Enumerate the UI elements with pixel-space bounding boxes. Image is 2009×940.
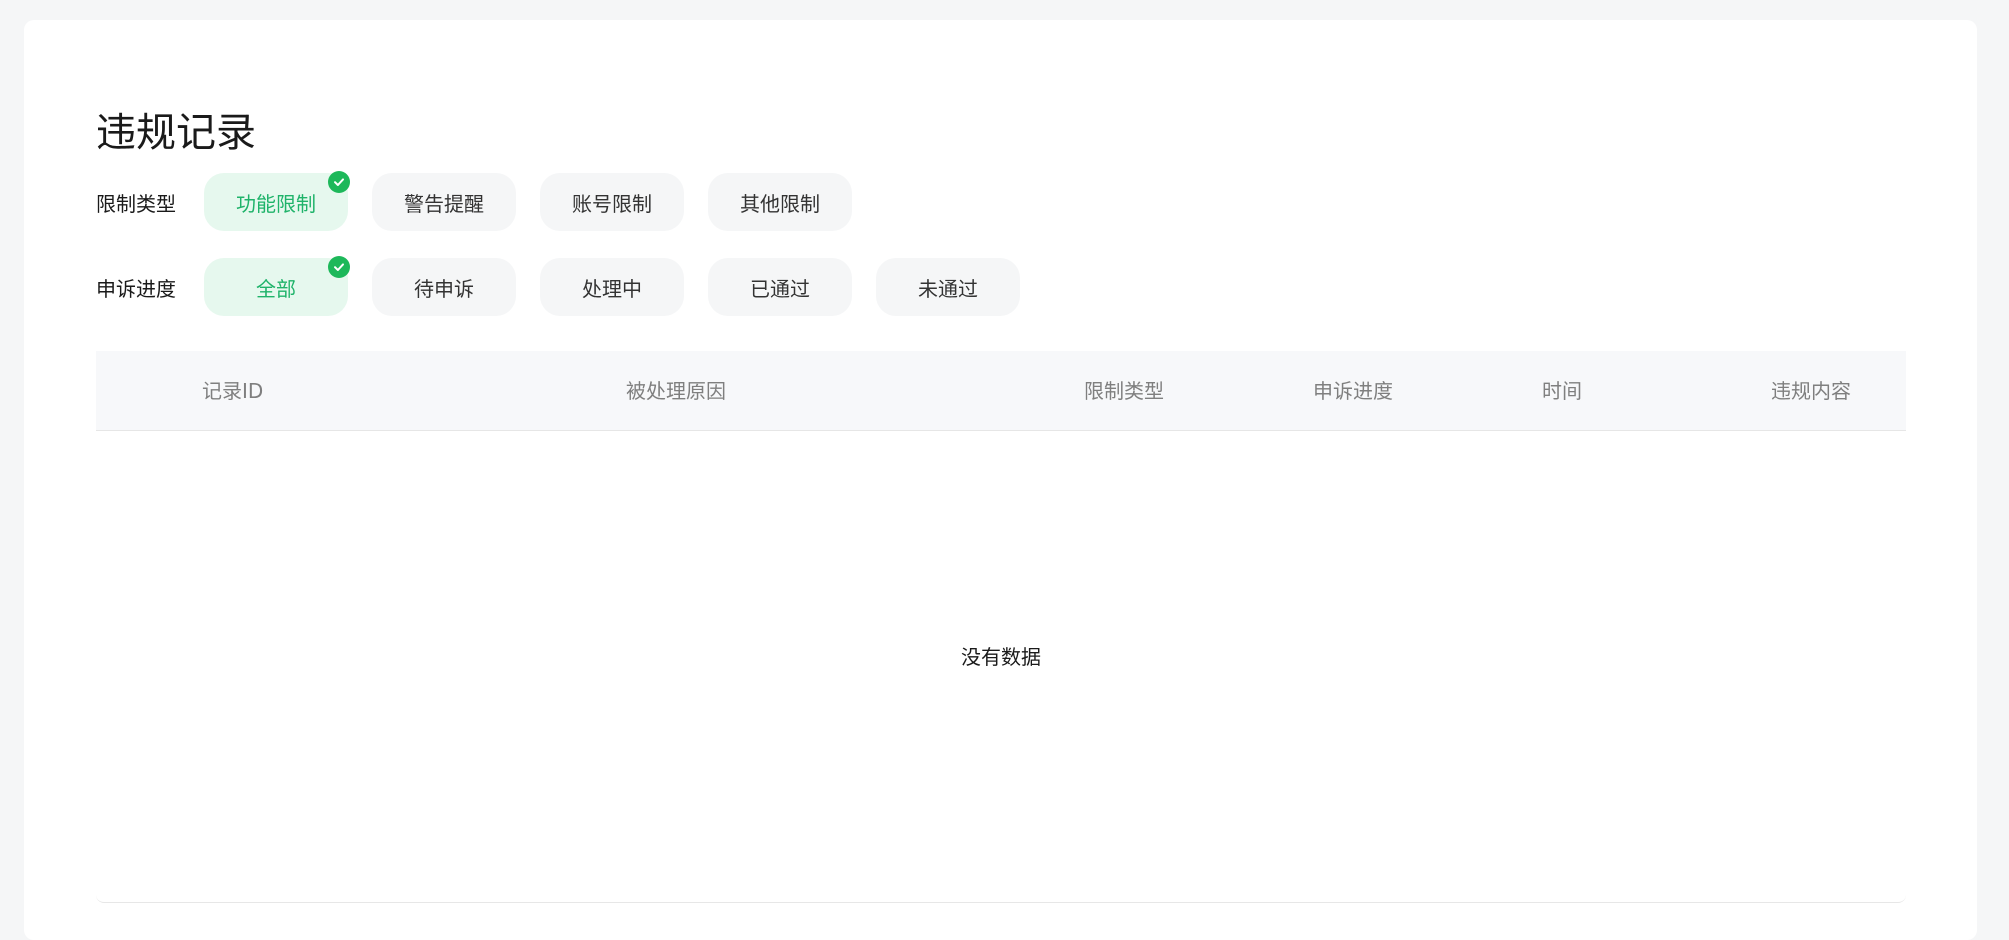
chip-label: 功能限制 [236, 191, 316, 216]
chip-account-restriction[interactable]: 账号限制 [540, 173, 684, 231]
chip-label: 账号限制 [572, 191, 652, 216]
chip-all[interactable]: 全部 [204, 256, 350, 316]
violation-records-card: 违规记录 限制类型 功能限制 警告提醒 账号限制 其他限制 申诉进度 全部 待申… [24, 20, 1977, 940]
check-circle-icon [328, 171, 350, 193]
chip-label: 未通过 [918, 276, 978, 301]
column-header-violation-content: 违规内容 [1771, 379, 1851, 403]
appeal-progress-filter: 申诉进度 全部 待申诉 处理中 已通过 未通过 [96, 256, 1044, 316]
chip-approved[interactable]: 已通过 [708, 258, 852, 316]
column-header-time: 时间 [1542, 379, 1582, 403]
column-header-record-id: 记录ID [202, 379, 264, 403]
column-header-reason: 被处理原因 [626, 379, 726, 403]
chip-label: 处理中 [582, 276, 642, 301]
chip-other-restriction[interactable]: 其他限制 [708, 173, 852, 231]
chip-label: 全部 [256, 276, 296, 301]
appeal-progress-label: 申诉进度 [96, 276, 176, 301]
chip-label: 已通过 [750, 276, 810, 301]
restriction-type-label: 限制类型 [96, 191, 176, 216]
table-header: 记录ID 被处理原因 限制类型 申诉进度 时间 违规内容 [96, 351, 1906, 431]
chip-processing[interactable]: 处理中 [540, 258, 684, 316]
chip-pending-appeal[interactable]: 待申诉 [372, 258, 516, 316]
chip-label: 警告提醒 [404, 191, 484, 216]
column-header-restriction-type: 限制类型 [1084, 379, 1164, 403]
chip-function-restriction[interactable]: 功能限制 [204, 171, 350, 231]
check-circle-icon [328, 256, 350, 278]
empty-state-text: 没有数据 [961, 645, 1041, 669]
chip-rejected[interactable]: 未通过 [876, 258, 1020, 316]
page-title: 违规记录 [96, 110, 256, 156]
records-table: 记录ID 被处理原因 限制类型 申诉进度 时间 违规内容 没有数据 [96, 351, 1906, 903]
chip-label: 其他限制 [740, 191, 820, 216]
restriction-type-filter: 限制类型 功能限制 警告提醒 账号限制 其他限制 [96, 171, 876, 231]
chip-warning-reminder[interactable]: 警告提醒 [372, 173, 516, 231]
chip-label: 待申诉 [414, 276, 474, 301]
column-header-appeal-progress: 申诉进度 [1313, 379, 1393, 403]
